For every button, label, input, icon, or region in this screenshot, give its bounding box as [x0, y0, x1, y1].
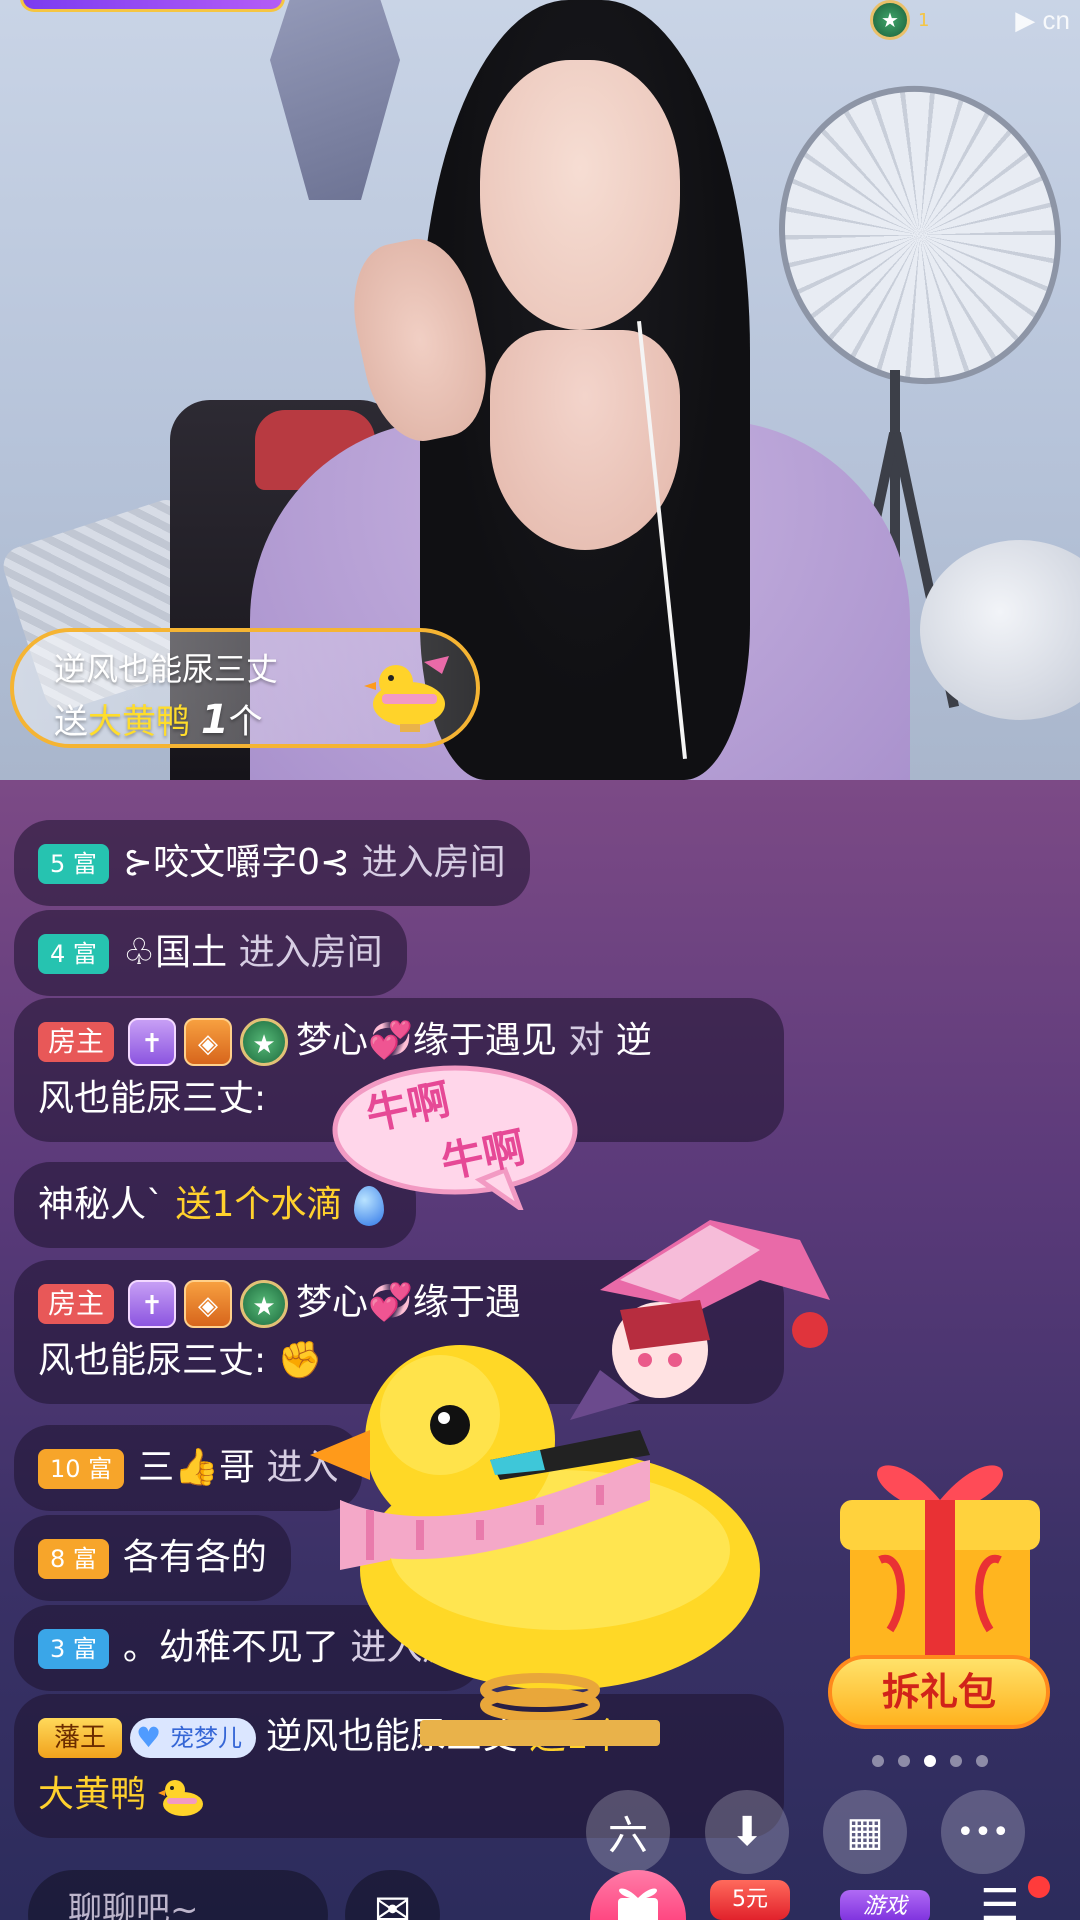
- chat-username[interactable]: ⊱咬文嚼字0⊰: [123, 842, 350, 883]
- guardian-icon: ✝: [128, 1018, 177, 1066]
- chat-text: 逆: [615, 1020, 652, 1061]
- chat-message[interactable]: 8 富各有各的: [14, 1515, 291, 1601]
- gift-box-icon[interactable]: [830, 1440, 1050, 1680]
- room-tag[interactable]: [20, 0, 285, 12]
- game-tag[interactable]: 游戏: [840, 1890, 930, 1920]
- rubber-duck-animation: [310, 1345, 760, 1746]
- carousel-dot: [872, 1755, 884, 1767]
- recharge-tag[interactable]: 5元: [710, 1880, 790, 1920]
- wealth-level-badge: 5 富: [38, 844, 109, 884]
- chat-text: 进入房间: [238, 932, 383, 973]
- chat-message[interactable]: 4 富 ♧国土 进入房间: [14, 910, 407, 996]
- live-video[interactable]: ★ 1 ▶ cn 逆风也能尿三丈 送大黄鸭 1个: [0, 0, 1080, 780]
- host-avatar[interactable]: ★: [870, 0, 910, 40]
- chat-text: 风也能尿三丈:: [38, 1078, 267, 1119]
- share-button[interactable]: 六: [586, 1790, 670, 1874]
- carousel-dot: [924, 1755, 936, 1767]
- wealth-level-badge: 3 富: [38, 1629, 109, 1669]
- umbrella-light: [740, 49, 1080, 421]
- gift-name: 大黄鸭: [88, 702, 190, 742]
- fan-badge: 宠梦儿: [130, 1718, 257, 1758]
- carousel-dot: [950, 1755, 962, 1767]
- medal-icon: ◈: [184, 1280, 233, 1328]
- host-info[interactable]: ★ 1 ▶ cn: [870, 0, 1070, 40]
- vip-badge: 藩王: [38, 1718, 123, 1758]
- notification-dot: [1028, 1876, 1050, 1898]
- host-badge: 房主: [38, 1284, 115, 1324]
- wealth-level-badge: 4 富: [38, 934, 109, 974]
- open-gift-pack-button[interactable]: 拆礼包: [828, 1655, 1050, 1729]
- watermark-text: cn: [1042, 4, 1070, 35]
- chat-text: 风也能尿三丈: ✊: [38, 1340, 323, 1381]
- gift-icon: [618, 1888, 658, 1920]
- chat-text: 对: [568, 1020, 605, 1061]
- chat-input[interactable]: 聊聊吧~: [28, 1870, 328, 1920]
- speech-bubble-sticker: 牛啊 牛啊: [332, 1065, 578, 1210]
- mail-icon: ✉: [374, 1885, 411, 1920]
- wall-decoration: [270, 0, 400, 200]
- chat-message[interactable]: 5 富 ⊱咬文嚼字0⊰ 进入房间: [14, 820, 530, 906]
- duck-gift-icon: [364, 656, 449, 732]
- rank-icon: ★: [240, 1018, 289, 1066]
- fan-badge-label: 宠梦儿: [170, 1724, 243, 1752]
- more-icon: •••: [956, 1814, 1010, 1850]
- chat-username[interactable]: 三👍哥: [138, 1447, 255, 1488]
- host-level: 1: [918, 9, 930, 31]
- download-button[interactable]: ⬇: [705, 1790, 789, 1874]
- chat-username[interactable]: ♧国土: [123, 932, 227, 973]
- gift-sender: 逆风也能尿三丈: [54, 650, 279, 688]
- menu-icon: ☰: [980, 1880, 1020, 1920]
- wealth-level-badge: 10 富: [38, 1449, 125, 1489]
- guardian-icon: ✝: [128, 1280, 177, 1328]
- chat-text: 送1个水滴: [175, 1184, 343, 1225]
- gift-line: 送大黄鸭 1个: [54, 694, 263, 743]
- watermark-logo: ▶ cn: [1015, 5, 1070, 36]
- carousel-dot: [976, 1755, 988, 1767]
- chat-text: 大黄鸭: [38, 1774, 147, 1815]
- chat-username[interactable]: 。幼稚不见了: [123, 1627, 339, 1668]
- gift-banner: 逆风也能尿三丈 送大黄鸭 1个: [10, 628, 480, 748]
- chat-username[interactable]: 神秘人`: [38, 1184, 164, 1225]
- microphone-dome: [920, 540, 1080, 720]
- chat-username[interactable]: 梦心💞缘于遇见: [296, 1020, 557, 1061]
- download-icon: ⬇: [730, 1809, 764, 1855]
- gift-unit: 个: [228, 702, 263, 742]
- play-icon: ▶: [1015, 4, 1036, 35]
- chat-username[interactable]: 各有各的: [123, 1537, 267, 1578]
- medal-icon: ◈: [184, 1018, 233, 1066]
- gift-count: 1: [200, 697, 229, 743]
- gift-button[interactable]: [590, 1870, 686, 1920]
- chat-text: 进入房间: [361, 842, 506, 883]
- carousel-dot: [898, 1755, 910, 1767]
- streamer-face: [480, 60, 680, 330]
- gift-action: 送: [54, 702, 88, 742]
- apps-button[interactable]: ▦: [823, 1790, 907, 1874]
- carousel-dots: [872, 1755, 988, 1767]
- rank-icon: ★: [240, 1280, 289, 1328]
- wealth-level-badge: 8 富: [38, 1539, 109, 1579]
- more-button[interactable]: •••: [941, 1790, 1025, 1874]
- duck-mini-icon: [157, 1774, 207, 1818]
- host-badge: 房主: [38, 1022, 115, 1062]
- grid-icon: ▦: [846, 1809, 884, 1855]
- share-icon: 六: [608, 1813, 648, 1859]
